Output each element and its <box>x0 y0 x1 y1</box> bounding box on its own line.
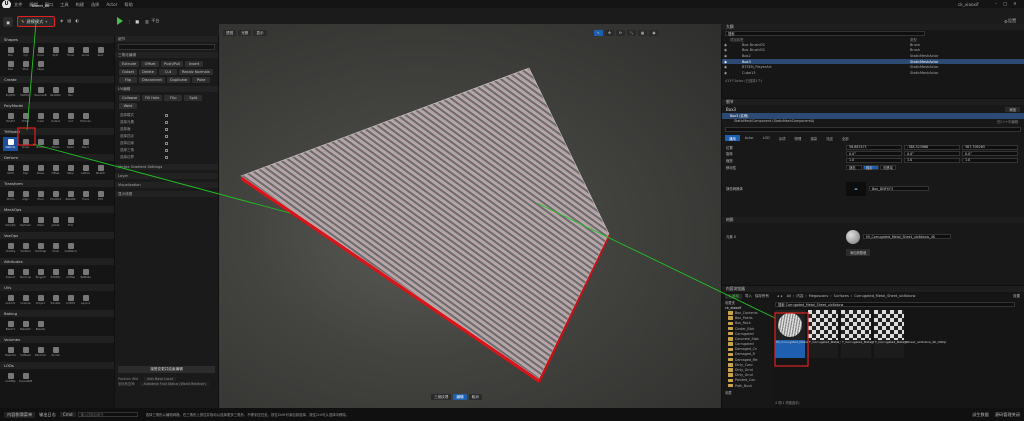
output-log-button[interactable]: 输出日志 <box>39 412 56 418</box>
cmd-button[interactable]: Cmd <box>59 412 76 417</box>
tool-highlight-box <box>17 127 36 146</box>
source-control-button[interactable]: 源码管理关闭 <box>995 412 1020 418</box>
annotation-line-tool <box>32 143 291 214</box>
annotation-overlay <box>17 21 809 367</box>
console-input[interactable]: 输入控制台命令 <box>77 412 138 417</box>
content-drawer-button[interactable]: 内容侧滑菜单 <box>4 411 36 418</box>
status-hint: 选择三角形以编辑网格。在三角形上按住并拖动以选择更多三角形，不移到空白处。按住S… <box>145 413 350 417</box>
derived-data-button[interactable]: 派生数据 <box>972 412 989 418</box>
annotation-line-mode <box>26 21 37 131</box>
status-bar: 内容侧滑菜单 输出日志 Cmd 输入控制台命令 选择三角形以编辑网格。在三角形上… <box>0 408 1024 421</box>
annotation-line-material <box>536 202 776 319</box>
asset-highlight-box <box>774 312 809 367</box>
